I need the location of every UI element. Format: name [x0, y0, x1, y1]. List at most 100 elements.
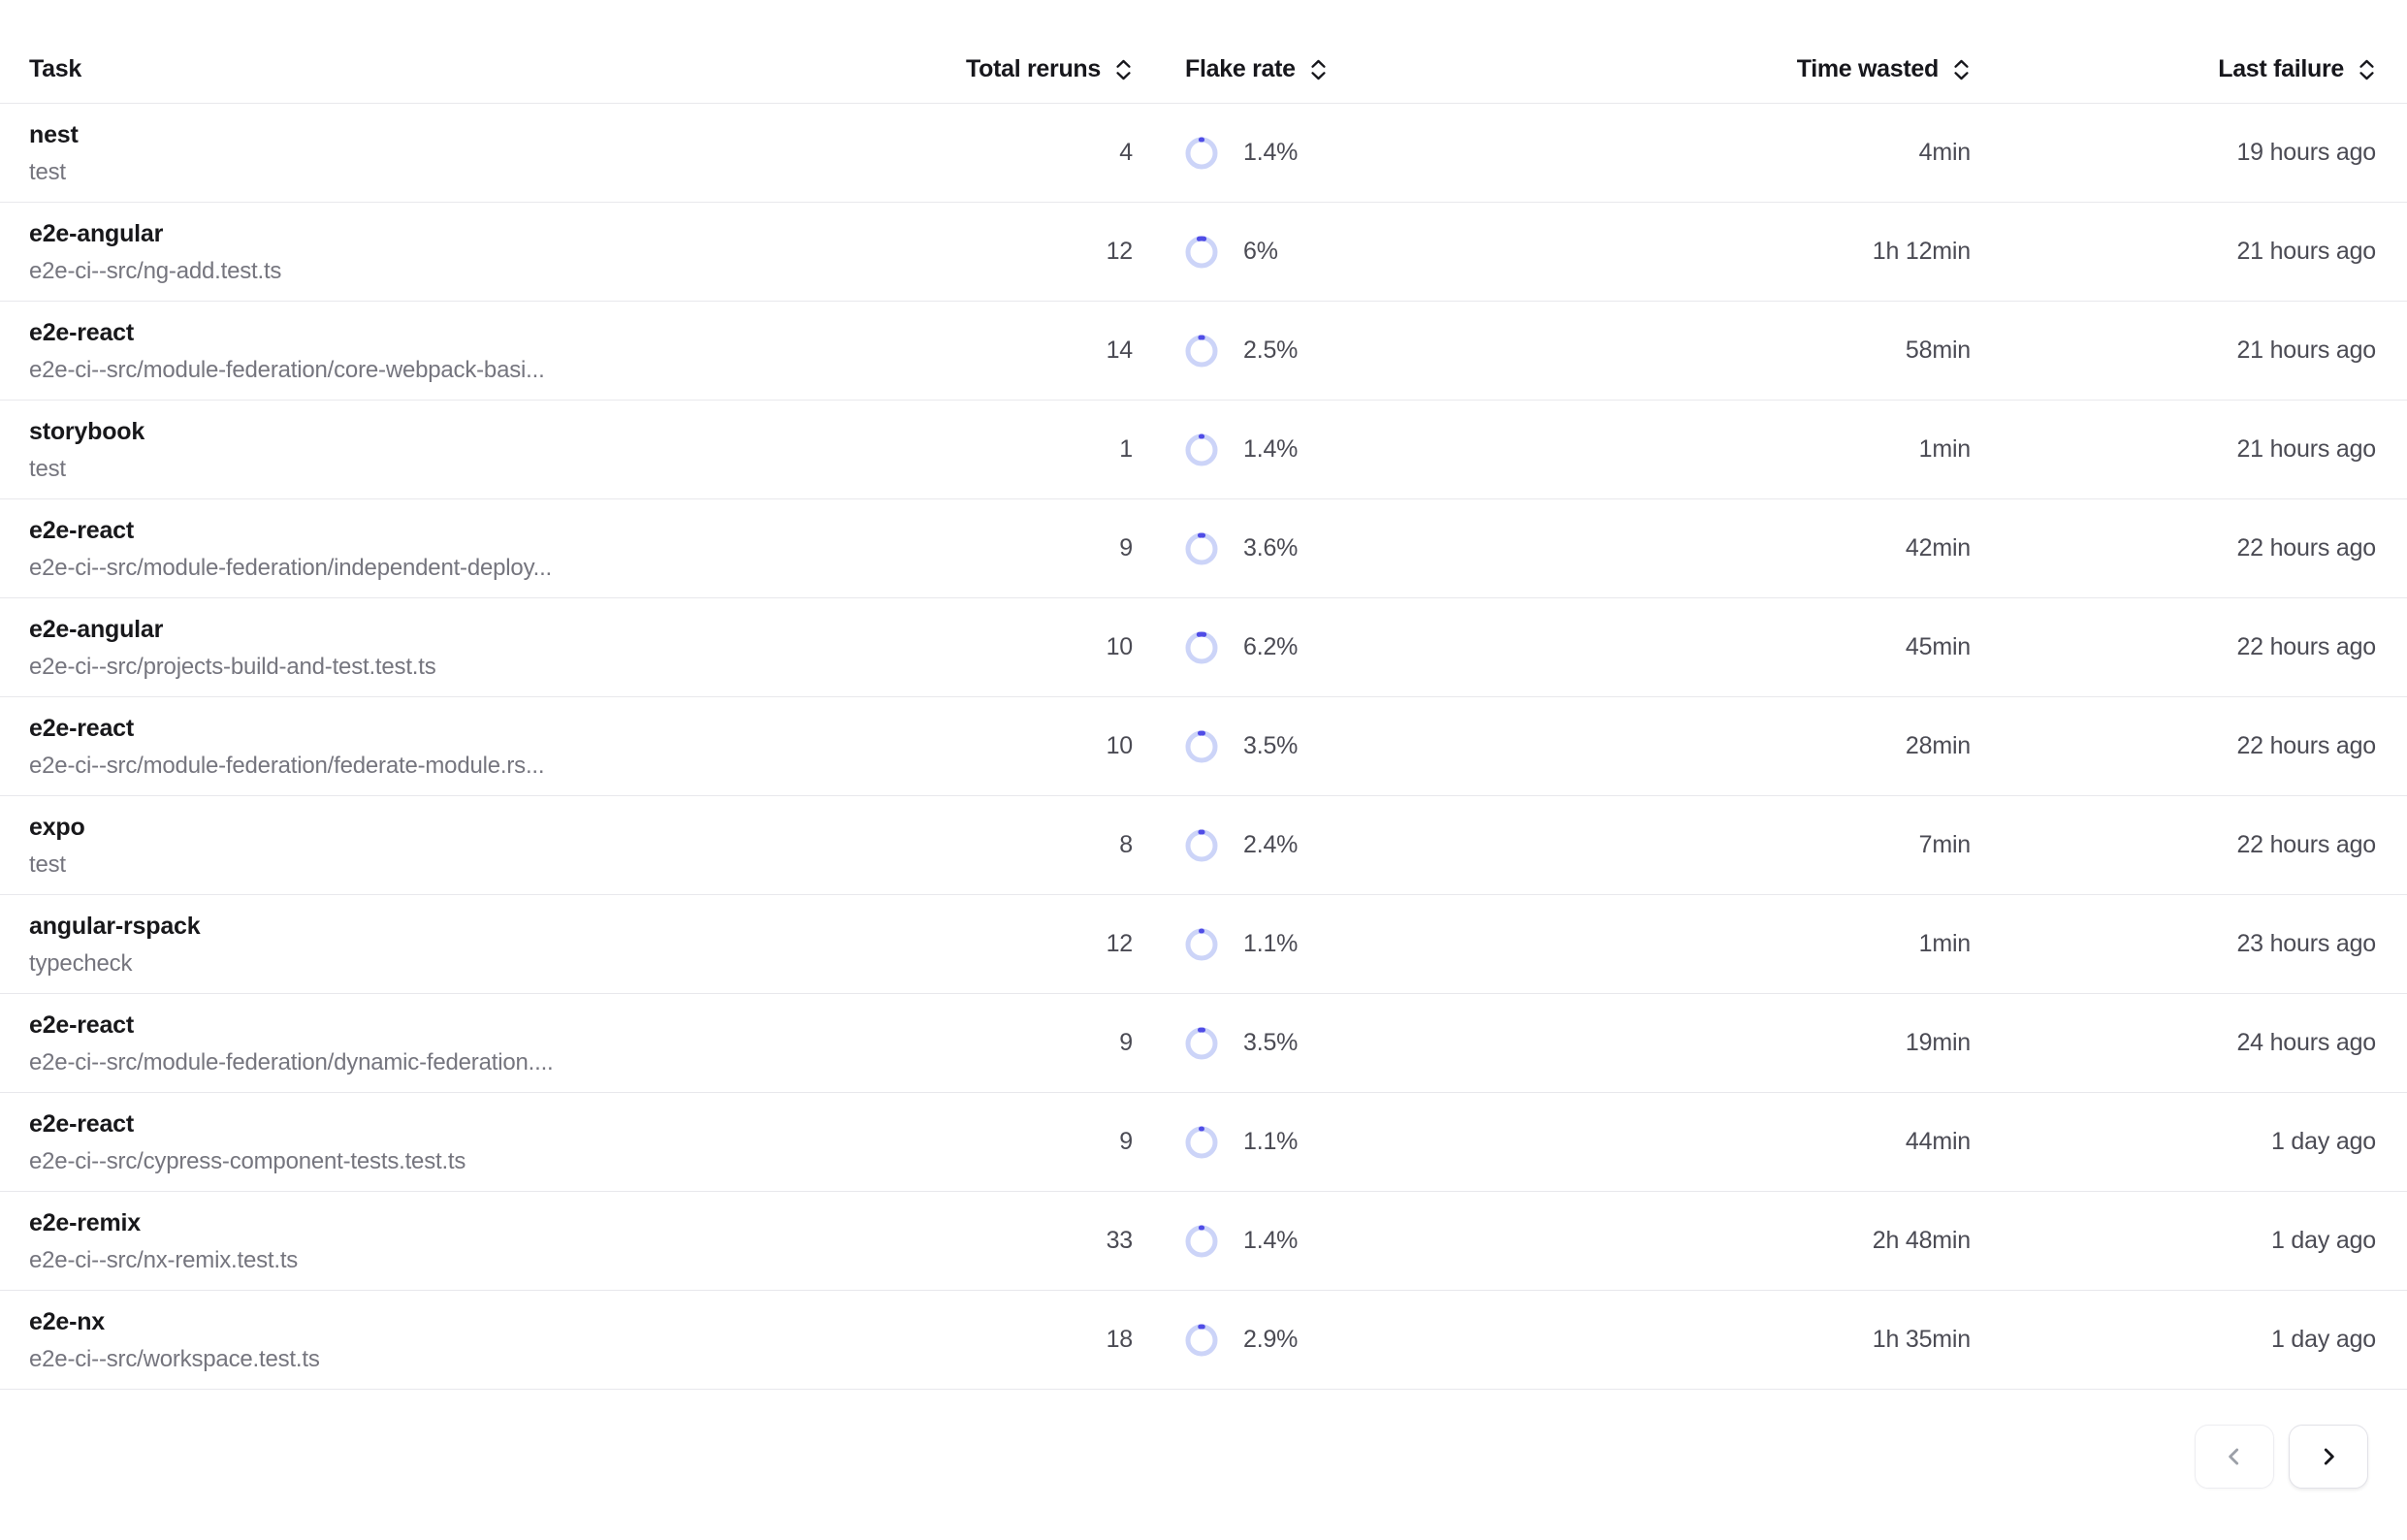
total-reruns-value: 18 [987, 1326, 1133, 1354]
column-header-task: Task [29, 55, 987, 83]
time-wasted-value: 7min [1592, 831, 1971, 859]
table-row[interactable]: e2e-nx e2e-ci--src/workspace.test.ts 18 … [0, 1291, 2407, 1390]
task-name: e2e-react [29, 313, 987, 352]
time-wasted-value: 4min [1592, 139, 1971, 167]
flake-rate-cell: 2.4% [1133, 829, 1592, 862]
task-cell: e2e-react e2e-ci--src/module-federation/… [29, 313, 987, 389]
next-page-button[interactable] [2289, 1425, 2368, 1489]
task-target: test [29, 847, 987, 883]
last-failure-value: 24 hours ago [1971, 1029, 2376, 1057]
task-name: e2e-react [29, 709, 987, 748]
flake-rate-cell: 1.4% [1133, 433, 1592, 466]
flake-rate-value: 1.4% [1243, 1227, 1298, 1255]
last-failure-value: 22 hours ago [1971, 732, 2376, 760]
column-label-time-wasted: Time wasted [1797, 55, 1939, 83]
total-reruns-value: 9 [987, 534, 1133, 562]
table-row[interactable]: e2e-react e2e-ci--src/module-federation/… [0, 994, 2407, 1093]
flake-rate-donut-icon [1185, 1324, 1218, 1357]
table-row[interactable]: angular-rspack typecheck 12 1.1% 1min 23… [0, 895, 2407, 994]
column-label-total-reruns: Total reruns [966, 55, 1101, 83]
table-row[interactable]: e2e-react e2e-ci--src/module-federation/… [0, 302, 2407, 401]
task-name: angular-rspack [29, 907, 987, 946]
flake-rate-donut-icon [1185, 730, 1218, 763]
task-name: e2e-react [29, 511, 987, 550]
task-target: e2e-ci--src/module-federation/core-webpa… [29, 352, 987, 389]
flake-rate-value: 1.1% [1243, 930, 1298, 958]
task-cell: storybook test [29, 412, 987, 488]
time-wasted-value: 28min [1592, 732, 1971, 760]
time-wasted-value: 42min [1592, 534, 1971, 562]
task-cell: e2e-angular e2e-ci--src/ng-add.test.ts [29, 214, 987, 290]
last-failure-value: 22 hours ago [1971, 633, 2376, 661]
table-row[interactable]: e2e-react e2e-ci--src/cypress-component-… [0, 1093, 2407, 1192]
task-cell: angular-rspack typecheck [29, 907, 987, 982]
task-name: expo [29, 808, 987, 847]
table-header-row: Task Total reruns Flake rate Time wasted… [0, 0, 2407, 104]
task-name: e2e-angular [29, 610, 987, 649]
task-name: e2e-react [29, 1006, 987, 1044]
flaky-tasks-table: Task Total reruns Flake rate Time wasted… [0, 0, 2407, 1540]
flake-rate-donut-icon [1185, 335, 1218, 368]
last-failure-value: 21 hours ago [1971, 238, 2376, 266]
flake-rate-donut-icon [1185, 236, 1218, 269]
sort-icon [1952, 58, 1971, 81]
flake-rate-value: 2.4% [1243, 831, 1298, 859]
table-row[interactable]: e2e-remix e2e-ci--src/nx-remix.test.ts 3… [0, 1192, 2407, 1291]
table-body: nest test 4 1.4% 4min 19 hours ago e2e-a… [0, 104, 2407, 1390]
table-row[interactable]: e2e-angular e2e-ci--src/projects-build-a… [0, 598, 2407, 697]
flake-rate-value: 6.2% [1243, 633, 1298, 661]
flake-rate-value: 3.6% [1243, 534, 1298, 562]
chevron-left-icon [2222, 1444, 2247, 1469]
total-reruns-value: 12 [987, 238, 1133, 266]
flake-rate-cell: 1.4% [1133, 1225, 1592, 1258]
column-label-task: Task [29, 55, 81, 83]
task-cell: e2e-react e2e-ci--src/module-federation/… [29, 1006, 987, 1081]
last-failure-value: 1 day ago [1971, 1128, 2376, 1156]
flake-rate-donut-icon [1185, 1225, 1218, 1258]
flake-rate-cell: 1.1% [1133, 928, 1592, 961]
last-failure-value: 1 day ago [1971, 1227, 2376, 1255]
column-header-time-wasted[interactable]: Time wasted [1592, 55, 1971, 83]
column-header-total-reruns[interactable]: Total reruns [987, 55, 1133, 83]
table-row[interactable]: e2e-angular e2e-ci--src/ng-add.test.ts 1… [0, 203, 2407, 302]
flake-rate-cell: 2.9% [1133, 1324, 1592, 1357]
table-row[interactable]: e2e-react e2e-ci--src/module-federation/… [0, 697, 2407, 796]
table-row[interactable]: storybook test 1 1.4% 1min 21 hours ago [0, 401, 2407, 499]
task-target: e2e-ci--src/workspace.test.ts [29, 1341, 987, 1378]
previous-page-button[interactable] [2195, 1425, 2274, 1489]
table-row[interactable]: nest test 4 1.4% 4min 19 hours ago [0, 104, 2407, 203]
flake-rate-donut-icon [1185, 1126, 1218, 1159]
total-reruns-value: 4 [987, 139, 1133, 167]
total-reruns-value: 9 [987, 1128, 1133, 1156]
last-failure-value: 22 hours ago [1971, 831, 2376, 859]
task-cell: e2e-react e2e-ci--src/module-federation/… [29, 709, 987, 785]
flake-rate-donut-icon [1185, 928, 1218, 961]
time-wasted-value: 1h 35min [1592, 1326, 1971, 1354]
flake-rate-donut-icon [1185, 1027, 1218, 1060]
total-reruns-value: 10 [987, 732, 1133, 760]
time-wasted-value: 1min [1592, 435, 1971, 464]
column-label-flake-rate: Flake rate [1185, 55, 1296, 83]
flake-rate-value: 3.5% [1243, 1029, 1298, 1057]
column-header-flake-rate[interactable]: Flake rate [1133, 55, 1592, 83]
last-failure-value: 1 day ago [1971, 1326, 2376, 1354]
flake-rate-donut-icon [1185, 137, 1218, 170]
task-target: e2e-ci--src/cypress-component-tests.test… [29, 1143, 987, 1180]
last-failure-value: 21 hours ago [1971, 337, 2376, 365]
task-name: e2e-react [29, 1105, 987, 1143]
table-row[interactable]: expo test 8 2.4% 7min 22 hours ago [0, 796, 2407, 895]
total-reruns-value: 12 [987, 930, 1133, 958]
column-label-last-failure: Last failure [2218, 55, 2344, 83]
total-reruns-value: 14 [987, 337, 1133, 365]
task-name: e2e-remix [29, 1203, 987, 1242]
flake-rate-cell: 6% [1133, 236, 1592, 269]
flake-rate-value: 2.9% [1243, 1326, 1298, 1354]
chevron-right-icon [2316, 1444, 2341, 1469]
column-header-last-failure[interactable]: Last failure [1971, 55, 2376, 83]
task-cell: e2e-react e2e-ci--src/module-federation/… [29, 511, 987, 587]
last-failure-value: 19 hours ago [1971, 139, 2376, 167]
table-row[interactable]: e2e-react e2e-ci--src/module-federation/… [0, 499, 2407, 598]
total-reruns-value: 33 [987, 1227, 1133, 1255]
total-reruns-value: 9 [987, 1029, 1133, 1057]
flake-rate-donut-icon [1185, 433, 1218, 466]
